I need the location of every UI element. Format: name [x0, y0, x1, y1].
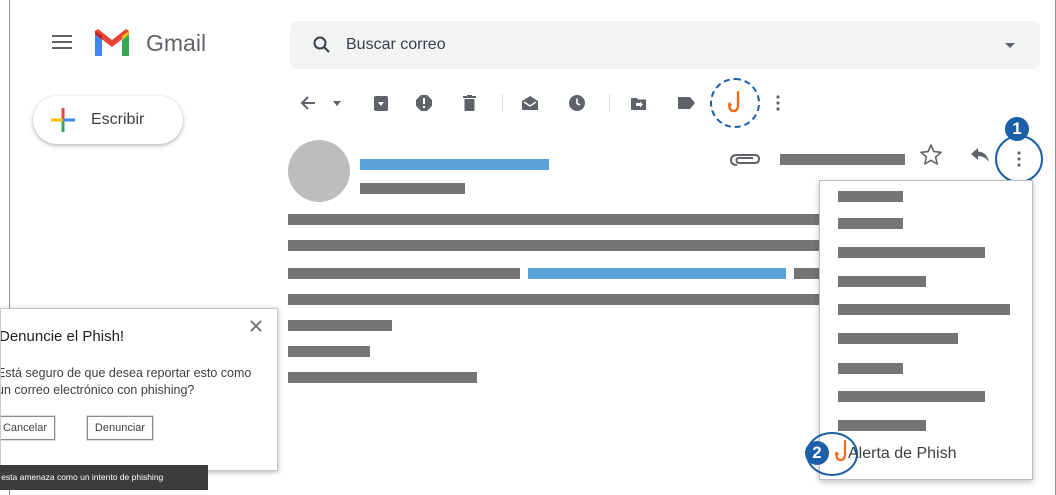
step-two-badge: 2 — [805, 441, 829, 465]
sender-avatar — [288, 140, 350, 202]
dialog-message: Está seguro de que desea reportar esto c… — [0, 366, 252, 397]
menu-item[interactable] — [838, 276, 926, 287]
phish-hook-icon[interactable] — [834, 439, 849, 467]
body-text-line — [288, 294, 828, 305]
menu-item[interactable] — [838, 363, 903, 374]
body-link[interactable] — [528, 268, 786, 279]
mark-unread-icon[interactable] — [520, 92, 540, 114]
dialog-title: Denuncie el Phish! — [0, 328, 125, 345]
step-one-badge: 1 — [1005, 117, 1029, 141]
report-tooltip: r esta amenaza como un intento de phishi… — [0, 465, 208, 490]
attachment-icon — [729, 152, 761, 173]
sender-address — [360, 183, 465, 194]
back-arrow-icon[interactable] — [298, 92, 318, 114]
body-text-line — [288, 268, 520, 279]
menu-item[interactable] — [838, 191, 903, 202]
message-more-button[interactable] — [995, 135, 1043, 183]
reply-icon[interactable] — [970, 147, 990, 168]
message-date — [780, 154, 905, 165]
menu-item[interactable] — [838, 247, 985, 258]
body-text-line — [288, 372, 477, 383]
menu-item[interactable] — [838, 420, 926, 431]
snooze-icon[interactable] — [567, 92, 587, 114]
menu-item[interactable] — [838, 391, 985, 402]
more-vert-icon[interactable] — [771, 92, 785, 114]
gmail-logo-icon[interactable] — [92, 28, 132, 58]
phish-hook-icon[interactable] — [725, 91, 745, 113]
app-title: Gmail — [146, 30, 207, 56]
search-bar[interactable] — [290, 21, 1040, 69]
delete-icon[interactable] — [459, 92, 479, 114]
search-options-icon[interactable] — [1005, 43, 1015, 48]
menu-item[interactable] — [838, 304, 1010, 315]
body-text-line — [288, 240, 828, 251]
compose-label: Escribir — [91, 111, 145, 128]
close-icon[interactable] — [250, 319, 262, 332]
report-button[interactable]: Denunciar — [86, 415, 154, 441]
sender-name — [360, 159, 549, 170]
body-text-line — [288, 214, 828, 225]
toolbar-divider — [609, 94, 610, 112]
report-spam-icon[interactable] — [414, 92, 434, 114]
compose-button[interactable]: Escribir — [33, 96, 183, 144]
archive-icon[interactable] — [371, 92, 391, 114]
move-to-icon[interactable] — [628, 92, 648, 114]
phish-alert-menu-item[interactable]: Alerta de Phish — [848, 445, 957, 463]
caret-down-icon[interactable] — [330, 92, 344, 114]
search-icon[interactable] — [312, 35, 332, 55]
report-phish-dialog: Denuncie el Phish! Está seguro de que de… — [0, 308, 278, 471]
menu-item[interactable] — [838, 333, 958, 344]
toolbar-divider — [502, 94, 503, 112]
main-menu-icon[interactable] — [52, 35, 72, 51]
plus-icon — [51, 108, 75, 132]
more-options-menu — [819, 180, 1033, 480]
body-text-line — [288, 320, 392, 331]
star-icon[interactable] — [919, 143, 943, 172]
cancel-button[interactable]: Cancelar — [1, 415, 56, 441]
menu-item[interactable] — [838, 218, 903, 229]
body-text-line — [288, 346, 370, 357]
search-input[interactable] — [346, 33, 946, 57]
label-icon[interactable] — [676, 92, 696, 114]
